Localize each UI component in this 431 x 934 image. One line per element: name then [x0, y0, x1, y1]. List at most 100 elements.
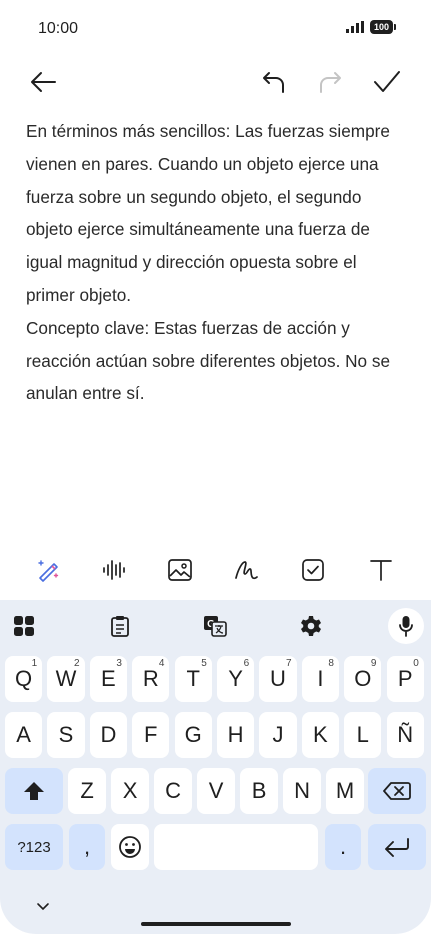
- key-label: A: [16, 722, 31, 747]
- key-o[interactable]: O9: [344, 656, 382, 702]
- symbols-key[interactable]: ?123: [5, 824, 63, 870]
- key-number-hint: 9: [370, 658, 377, 669]
- backspace-key[interactable]: [368, 768, 426, 814]
- magic-pen-button[interactable]: [28, 550, 68, 590]
- key-label: W: [55, 666, 77, 691]
- key-q[interactable]: Q1: [5, 656, 43, 702]
- key-label: Z: [80, 778, 94, 803]
- key-label: U: [270, 666, 286, 691]
- voice-input-button[interactable]: [388, 608, 424, 644]
- translate-icon: G: [204, 616, 227, 637]
- key-u[interactable]: U7: [259, 656, 297, 702]
- hide-keyboard-button[interactable]: [36, 898, 50, 916]
- back-button[interactable]: [21, 60, 65, 104]
- space-key[interactable]: [154, 824, 318, 870]
- key-label: B: [251, 778, 267, 803]
- key-g[interactable]: G: [174, 712, 212, 758]
- key-a[interactable]: A: [5, 712, 43, 758]
- clipboard-button[interactable]: [102, 608, 138, 644]
- keyboard-apps-button[interactable]: [6, 608, 42, 644]
- magic-pen-icon: [38, 560, 59, 582]
- key-y[interactable]: Y6: [217, 656, 255, 702]
- key-label: Y: [228, 666, 243, 691]
- key-label: O: [354, 666, 372, 691]
- key-i[interactable]: I8: [301, 656, 339, 702]
- signal-icon: [345, 21, 364, 33]
- key-number-hint: 5: [201, 658, 207, 669]
- editor-toolbar: [0, 60, 431, 104]
- undo-button[interactable]: [252, 60, 296, 104]
- settings-icon: [301, 616, 321, 636]
- checklist-button[interactable]: [293, 550, 333, 590]
- status-icons: 100: [345, 20, 397, 34]
- key-number-hint: 1: [31, 658, 38, 669]
- period-key[interactable]: .: [325, 824, 361, 870]
- key-number-hint: 2: [74, 658, 80, 669]
- key-label: X: [122, 778, 138, 803]
- handwriting-button[interactable]: [226, 550, 266, 590]
- key-j[interactable]: J: [259, 712, 297, 758]
- text-format-button[interactable]: [361, 550, 401, 590]
- key-h[interactable]: H: [217, 712, 255, 758]
- key-n[interactable]: N: [283, 768, 322, 814]
- translate-button[interactable]: G: [197, 608, 233, 644]
- home-indicator[interactable]: [141, 922, 291, 926]
- key-m[interactable]: M: [326, 768, 365, 814]
- text-format-icon: [370, 560, 392, 581]
- insert-image-button[interactable]: [160, 550, 200, 590]
- key-c[interactable]: C: [154, 768, 193, 814]
- key-t[interactable]: T5: [174, 656, 212, 702]
- key-label: H: [227, 722, 244, 747]
- arrow-left-icon: [31, 72, 56, 92]
- key-f[interactable]: F: [132, 712, 170, 758]
- key-label: V: [208, 778, 224, 803]
- backspace-icon: [383, 782, 411, 800]
- battery-icon: 100: [369, 20, 397, 34]
- key-z[interactable]: Z: [68, 768, 107, 814]
- key-label: M: [335, 778, 355, 803]
- emoji-icon: [119, 836, 141, 858]
- key-label: F: [144, 722, 158, 747]
- key-l[interactable]: L: [344, 712, 382, 758]
- key-b[interactable]: B: [240, 768, 279, 814]
- key-v[interactable]: V: [197, 768, 236, 814]
- status-bar: 10:00 100: [0, 0, 431, 60]
- keyboard-settings-button[interactable]: [293, 608, 329, 644]
- key-k[interactable]: K: [301, 712, 339, 758]
- key-number-hint: 8: [328, 658, 334, 669]
- shift-key[interactable]: [5, 768, 63, 814]
- checkbox-icon: [302, 559, 324, 581]
- voice-note-button[interactable]: [94, 550, 134, 590]
- shift-arrow-icon: [24, 782, 44, 800]
- comma-key[interactable]: ,: [69, 824, 105, 870]
- key-e[interactable]: E3: [89, 656, 127, 702]
- key-s[interactable]: S: [47, 712, 85, 758]
- key-p[interactable]: P0: [386, 656, 424, 702]
- chevron-down-icon: [37, 903, 49, 911]
- done-button[interactable]: [365, 60, 409, 104]
- handwriting-icon: [235, 561, 258, 580]
- key-number-hint: 0: [413, 658, 419, 669]
- key-label: K: [313, 722, 328, 747]
- key-d[interactable]: D: [89, 712, 127, 758]
- image-icon: [168, 559, 192, 581]
- key-x[interactable]: X: [111, 768, 150, 814]
- key-ñ[interactable]: Ñ: [386, 712, 424, 758]
- apps-grid-icon: [14, 616, 34, 636]
- note-body-text[interactable]: En términos más sencillos: Las fuerzas s…: [26, 115, 406, 410]
- key-label: D: [100, 722, 117, 747]
- redo-button[interactable]: [308, 60, 352, 104]
- key-label: P: [397, 666, 413, 691]
- keyboard: G Q1W2E3R4T5Y6U7I8O9P0 ASDFGHJKLÑ ZXCVBN…: [0, 600, 431, 934]
- undo-icon: [263, 72, 284, 93]
- key-r[interactable]: R4: [132, 656, 170, 702]
- key-label: C: [165, 778, 182, 803]
- key-number-hint: 7: [286, 658, 292, 669]
- enter-key[interactable]: [368, 824, 426, 870]
- voice-waveform-icon: [103, 560, 125, 580]
- microphone-icon: [399, 616, 413, 637]
- key-w[interactable]: W2: [47, 656, 85, 702]
- emoji-key[interactable]: [111, 824, 149, 870]
- key-label: Q: [15, 666, 33, 691]
- redo-icon: [320, 72, 341, 93]
